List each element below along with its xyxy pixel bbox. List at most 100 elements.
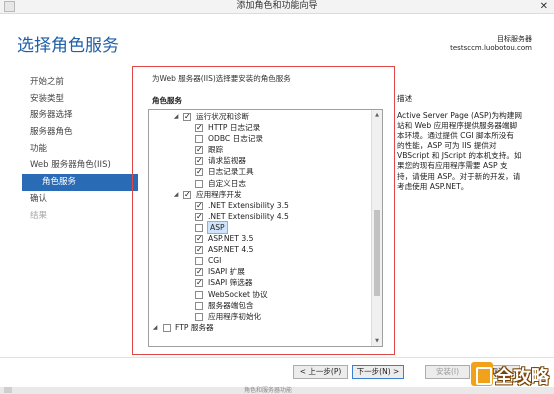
- tree-item-label: ASP.NET 4.5: [208, 245, 254, 255]
- tree-item-label: 应用程序开发: [196, 189, 242, 199]
- nav-item[interactable]: Web 服务器角色(IIS): [22, 157, 138, 174]
- role-services-tree: ◢ 运行状况和诊断 HTTP 日志记录ODBC 日志记录跟踪请求监视器日志记录工具自…: [149, 111, 372, 333]
- checkbox[interactable]: [195, 290, 203, 299]
- previous-button[interactable]: < 上一步(P): [293, 365, 348, 379]
- tree-item[interactable]: ISAPI 扩展: [149, 266, 372, 277]
- content-panel: 为Web 服务器(IIS)选择要安装的角色服务 角色服务 ◢ 运行状况和诊断 HTT…: [132, 66, 395, 355]
- checkbox[interactable]: [195, 233, 203, 244]
- description-line: 的性能，ASP 可为 IIS 提供对: [397, 141, 497, 151]
- checkbox[interactable]: [195, 144, 203, 155]
- checkbox[interactable]: [195, 166, 203, 177]
- roles-header: 角色服务: [152, 96, 182, 105]
- tree-item[interactable]: 跟踪: [149, 144, 372, 155]
- page-title: 选择角色服务: [17, 36, 119, 56]
- tree-item[interactable]: ASP.NET 4.5: [149, 244, 372, 255]
- scroll-down-icon[interactable]: ▼: [372, 336, 382, 346]
- tree-item-label: WebSocket 协议: [208, 289, 268, 299]
- tree-item[interactable]: 请求监视器: [149, 155, 372, 166]
- tree-item[interactable]: ◢ 运行状况和诊断: [149, 111, 372, 122]
- app-icon: [4, 387, 12, 393]
- tree-item-label: 请求监视器: [208, 156, 246, 166]
- description-line: Active Server Page (ASP)为构建网: [397, 111, 522, 120]
- title-bar: 添加角色和功能向导 ✕: [0, 0, 554, 14]
- nav-item[interactable]: 角色服务: [22, 174, 138, 191]
- description-text: Active Server Page (ASP)为构建网 站和 Web 应用程序提…: [397, 111, 549, 192]
- tree-item[interactable]: .NET Extensibility 4.5: [149, 211, 372, 222]
- checkbox[interactable]: [195, 266, 203, 277]
- nav-item: 结果: [30, 210, 48, 221]
- checkbox[interactable]: [195, 277, 203, 288]
- nav-item[interactable]: 安装类型: [22, 91, 138, 108]
- close-icon[interactable]: ✕: [540, 0, 548, 13]
- checkbox[interactable]: [195, 244, 203, 255]
- description-line: 果您的现有应用程序需要 ASP 支: [397, 161, 508, 171]
- tree-item[interactable]: 日志记录工具: [149, 166, 372, 177]
- tree-item[interactable]: HTTP 日志记录: [149, 122, 372, 133]
- checkbox[interactable]: [195, 211, 203, 222]
- nav-item[interactable]: 开始之前: [22, 74, 138, 91]
- tree-item-label: 应用程序初始化: [208, 311, 262, 321]
- tree-item[interactable]: ISAPI 筛选器: [149, 277, 372, 288]
- intro-text: 为Web 服务器(IIS)选择要安装的角色服务: [152, 74, 291, 83]
- tree-item-label: .NET Extensibility 3.5: [208, 200, 289, 210]
- tree-item-label: HTTP 日志记录: [208, 123, 261, 133]
- watermark-text: 全攻略: [495, 367, 549, 388]
- description-title: 描述: [397, 94, 413, 103]
- tree-item-label: 跟踪: [208, 145, 224, 155]
- checkbox[interactable]: [195, 200, 203, 211]
- checkbox[interactable]: [195, 257, 203, 266]
- tree-item-label: ISAPI 筛选器: [208, 278, 253, 288]
- checkbox[interactable]: [195, 301, 203, 310]
- nav-item[interactable]: 服务器选择: [22, 107, 138, 124]
- tree-item[interactable]: ASP: [149, 220, 372, 235]
- vertical-scrollbar[interactable]: ▲ ▼: [371, 110, 382, 346]
- tree-item[interactable]: WebSocket 协议: [149, 289, 372, 300]
- checkbox[interactable]: [195, 155, 203, 166]
- tree-item[interactable]: .NET Extensibility 3.5: [149, 200, 372, 211]
- next-button[interactable]: 下一步(N) >: [352, 365, 404, 379]
- scroll-thumb[interactable]: [374, 210, 380, 296]
- tree-item-label: 服务器端包含: [208, 300, 254, 310]
- expander-icon[interactable]: ◢: [151, 322, 159, 333]
- tree-item[interactable]: CGI: [149, 255, 372, 266]
- checkbox[interactable]: [195, 179, 203, 188]
- tree-item-label: ISAPI 扩展: [208, 267, 245, 277]
- target-server-name: testsccm.luobotou.com: [450, 44, 532, 52]
- tree-item[interactable]: ◢ FTP 服务器: [149, 322, 372, 333]
- checkbox[interactable]: [163, 323, 171, 332]
- target-server-label: 目标服务器: [497, 35, 532, 43]
- role-services-list[interactable]: ◢ 运行状况和诊断 HTTP 日志记录ODBC 日志记录跟踪请求监视器日志记录工具自…: [148, 109, 383, 347]
- checkbox[interactable]: [195, 122, 203, 133]
- tree-item-label: ASP.NET 3.5: [208, 234, 254, 244]
- expander-icon[interactable]: ◢: [172, 189, 180, 200]
- watermark-logo: 全攻略: [471, 358, 552, 390]
- tree-item[interactable]: ODBC 日志记录: [149, 133, 372, 144]
- checkbox[interactable]: [183, 111, 191, 122]
- scroll-up-icon[interactable]: ▲: [372, 110, 382, 120]
- tree-item[interactable]: 应用程序初始化: [149, 311, 372, 322]
- install-button[interactable]: 安装(I): [425, 365, 470, 379]
- tree-item-label: .NET Extensibility 4.5: [208, 211, 289, 221]
- nav-item[interactable]: 确认: [22, 191, 138, 208]
- tree-item-label: FTP 服务器: [175, 322, 214, 332]
- tree-item-label: ASP: [207, 220, 228, 235]
- tree-item[interactable]: ◢ 应用程序开发: [149, 189, 372, 200]
- description-line: VBScript 和 JScript 的本机支持。如: [397, 151, 522, 161]
- checkbox[interactable]: [195, 135, 203, 144]
- checkbox[interactable]: [195, 312, 203, 321]
- tree-item-label: 日志记录工具: [208, 167, 254, 177]
- tree-item[interactable]: 服务器端包含: [149, 300, 372, 311]
- underlying-window-text: 角色和服务器功能: [244, 387, 293, 394]
- checkbox[interactable]: [183, 189, 191, 200]
- nav-item[interactable]: 功能: [22, 141, 138, 158]
- window-title: 添加角色和功能向导: [236, 1, 318, 11]
- description-line: 考虑使用 ASP.NET。: [397, 181, 469, 191]
- description-line: 本环境。通过提供 CGI 脚本所没有: [397, 131, 514, 141]
- tree-item-label: ODBC 日志记录: [208, 134, 263, 144]
- nav-item[interactable]: 服务器角色: [22, 124, 138, 141]
- tree-item[interactable]: 自定义日志: [149, 178, 372, 189]
- tree-item-label: CGI: [208, 256, 222, 266]
- tree-item[interactable]: ASP.NET 3.5: [149, 233, 372, 244]
- checkbox[interactable]: [195, 223, 203, 232]
- expander-icon[interactable]: ◢: [172, 111, 180, 122]
